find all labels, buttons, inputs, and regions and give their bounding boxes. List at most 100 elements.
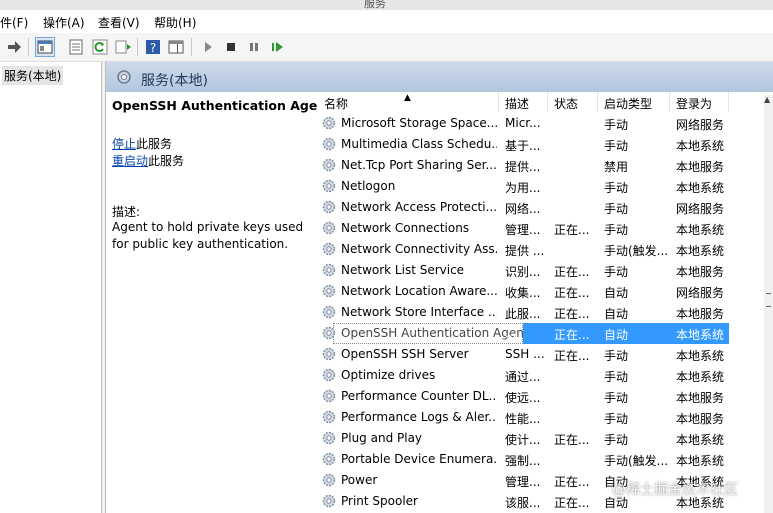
cell-desc: Micr... xyxy=(505,116,541,130)
service-gear-icon xyxy=(321,472,337,491)
cell-name: Microsoft Storage Space... xyxy=(341,116,497,130)
description-label: 描述: xyxy=(112,205,141,219)
svg-text:?: ? xyxy=(150,41,156,55)
service-list: 名称 ▲ 描述 状态 启动类型 登录为 Microsoft Storage Sp… xyxy=(318,92,768,513)
list-header: 名称 ▲ 描述 状态 启动类型 登录为 xyxy=(318,92,768,112)
column-header-startup[interactable]: 启动类型 xyxy=(598,92,670,112)
service-gear-icon xyxy=(321,241,337,260)
cell-name: Plug and Play xyxy=(341,431,423,445)
table-row[interactable]: Performance Counter DL... 使远... 手动 本地服务 xyxy=(318,386,768,407)
service-gear-icon xyxy=(321,451,337,470)
column-header-status[interactable]: 状态 xyxy=(548,92,598,112)
table-row[interactable]: Portable Device Enumera... 强制... 手动(触发... 本… xyxy=(318,449,768,470)
pane-title: 服务(本地) xyxy=(141,73,208,89)
cell-name: Netlogon xyxy=(341,179,396,193)
forward-arrow-icon[interactable] xyxy=(4,37,24,57)
description-text: Agent to hold private keys used for publ… xyxy=(112,220,304,251)
cell-desc: 该服... xyxy=(505,496,541,510)
restart-service-icon[interactable] xyxy=(267,37,287,57)
service-gear-icon xyxy=(321,220,337,239)
cell-status: 正在... xyxy=(554,307,590,321)
column-header-name[interactable]: 名称 ▲ xyxy=(318,92,499,112)
show-console-tree-icon[interactable] xyxy=(35,37,55,57)
menu-action[interactable]: 操作(A) xyxy=(43,14,85,31)
menu-file[interactable]: 件(F) xyxy=(0,14,28,31)
cell-logon: 本地系统 xyxy=(676,370,725,384)
cell-desc: 提供... xyxy=(505,160,541,174)
cell-desc: 提供 ... xyxy=(505,244,545,258)
cell-logon: 网络服务 xyxy=(676,286,725,300)
restart-service-link[interactable]: 重启动 xyxy=(112,154,148,168)
cell-startup: 手动 xyxy=(604,433,629,447)
table-row[interactable]: Network List Service 识别... 正在... 手动 本地服务 xyxy=(318,260,768,281)
vertical-scrollbar[interactable]: ▲ xyxy=(764,95,773,513)
menu-bar: 件(F) 操作(A) 查看(V) 帮助(H) xyxy=(0,10,773,33)
pause-service-icon[interactable] xyxy=(244,37,264,57)
menu-view[interactable]: 查看(V) xyxy=(98,14,140,31)
column-header-desc[interactable]: 描述 xyxy=(499,92,548,112)
column-header-logon[interactable]: 登录为 xyxy=(670,92,729,112)
cell-logon: 本地服务 xyxy=(676,265,725,279)
table-row[interactable]: Network Location Aware... 收集... 正在... 自动 网络服… xyxy=(318,281,768,302)
table-row[interactable]: OpenSSH Authentication Agent... 正在... 自动 本地… xyxy=(318,323,768,344)
cell-startup: 手动 xyxy=(604,349,629,363)
cell-logon: 本地服务 xyxy=(676,391,725,405)
service-description-panel: OpenSSH Authentication Agent 停止此服务 重启动此服… xyxy=(106,92,332,513)
tree-item-services-local[interactable]: 服务(本地) xyxy=(2,66,64,85)
cell-desc: 收集... xyxy=(505,286,541,300)
cell-startup: 手动 xyxy=(604,181,629,195)
table-row[interactable]: Network Connectivity Ass... 提供 ... 手动(触发..… xyxy=(318,239,768,260)
service-gear-icon xyxy=(321,262,337,281)
stop-service-icon[interactable] xyxy=(221,37,241,57)
cell-startup: 手动 xyxy=(604,370,629,384)
cell-name: Power xyxy=(341,473,378,487)
toolbar: ? xyxy=(0,33,773,62)
restart-suffix: 此服务 xyxy=(148,154,185,168)
cell-desc: 为用... xyxy=(505,181,541,195)
table-row[interactable]: Netlogon 为用... 手动 本地系统 xyxy=(318,176,768,197)
scroll-thumb[interactable] xyxy=(766,293,771,307)
table-row[interactable]: Network Connections 管理... 正在... 手动 本地系统 xyxy=(318,218,768,239)
title-bar: 服务 xyxy=(0,0,773,10)
cell-logon: 网络服务 xyxy=(676,118,725,132)
cell-desc: 管理... xyxy=(505,223,541,237)
table-row[interactable]: Network Access Protecti... 网络... 手动 网络服务 xyxy=(318,197,768,218)
start-service-icon[interactable] xyxy=(198,37,218,57)
service-gear-icon xyxy=(321,430,337,449)
watermark: @稀土掘金技术社区 xyxy=(612,482,738,498)
cell-name: OpenSSH SSH Server xyxy=(341,347,469,361)
cell-status: 正在... xyxy=(554,265,590,279)
cell-logon: 本地系统 xyxy=(676,181,725,195)
cell-desc: 使计... xyxy=(505,433,541,447)
menu-help[interactable]: 帮助(H) xyxy=(154,14,196,31)
toolbar-separator xyxy=(191,38,192,56)
table-row[interactable]: Optimize drives 通过... 手动 本地系统 xyxy=(318,365,768,386)
cell-desc: 识别... xyxy=(505,265,541,279)
scroll-up-icon[interactable]: ▲ xyxy=(764,95,770,104)
table-row[interactable]: Network Store Interface ... 此服... 正在... 自动 本… xyxy=(318,302,768,323)
cell-status: 正在... xyxy=(554,223,590,237)
show-action-pane-icon[interactable] xyxy=(166,37,186,57)
cell-name: Portable Device Enumera... xyxy=(341,452,497,466)
stop-service-link[interactable]: 停止 xyxy=(112,137,136,151)
cell-desc: 使远... xyxy=(505,391,541,405)
cell-startup: 手动 xyxy=(604,265,629,279)
table-row[interactable]: Net.Tcp Port Sharing Ser... 提供... 禁用 本地服务 xyxy=(318,155,768,176)
table-row[interactable]: Microsoft Storage Space... Micr... 手动 网络服务 xyxy=(318,113,768,134)
cell-startup: 手动 xyxy=(604,412,629,426)
refresh-icon[interactable] xyxy=(90,37,110,57)
cell-logon: 本地系统 xyxy=(676,349,725,363)
cell-name: Network List Service xyxy=(341,263,465,277)
cell-logon: 本地服务 xyxy=(676,307,725,321)
service-gear-icon xyxy=(321,388,337,407)
table-row[interactable]: OpenSSH SSH Server SSH ... 正在... 手动 本地系统 xyxy=(318,344,768,365)
help-icon[interactable]: ? xyxy=(143,37,163,57)
properties-icon[interactable] xyxy=(66,37,86,57)
table-row[interactable]: Performance Logs & Aler... 性能... 手动 本地服务 xyxy=(318,407,768,428)
table-row[interactable]: Multimedia Class Schedu... 基于... 手动 本地系统 xyxy=(318,134,768,155)
cell-logon: 本地系统 xyxy=(676,223,725,237)
table-row[interactable]: Plug and Play 使计... 正在... 手动 本地系统 xyxy=(318,428,768,449)
export-list-icon[interactable] xyxy=(113,37,133,57)
restart-action: 重启动此服务 xyxy=(112,152,184,169)
service-gear-icon xyxy=(321,409,337,428)
